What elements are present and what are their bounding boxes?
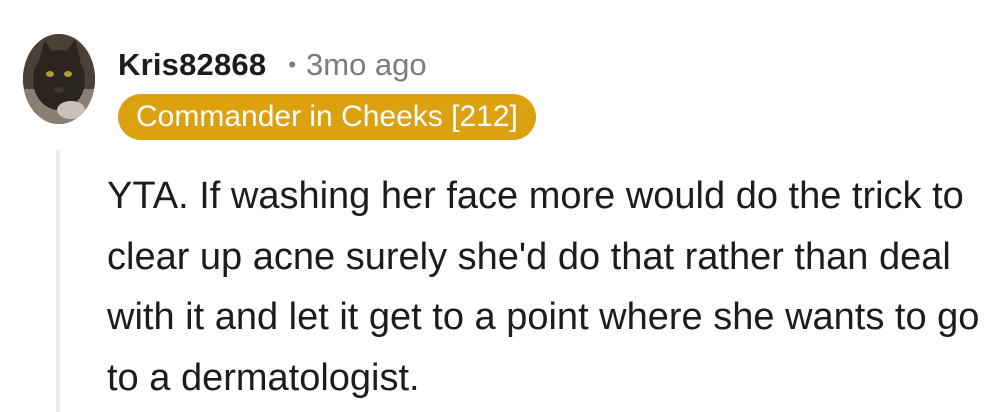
comment-meta: Kris82868 • 3mo ago xyxy=(118,40,427,90)
cat-avatar-icon xyxy=(23,34,95,124)
timestamp[interactable]: 3mo ago xyxy=(306,47,427,83)
comment: Kris82868 • 3mo ago Commander in Cheeks … xyxy=(0,0,995,412)
comment-body: YTA. If washing her face more would do t… xyxy=(107,175,980,399)
meta-separator: • xyxy=(288,52,297,77)
user-avatar[interactable] xyxy=(23,34,95,124)
thread-line[interactable] xyxy=(56,150,60,412)
user-flair-badge: Commander in Cheeks [212] xyxy=(118,94,536,140)
username-link[interactable]: Kris82868 xyxy=(118,47,266,83)
